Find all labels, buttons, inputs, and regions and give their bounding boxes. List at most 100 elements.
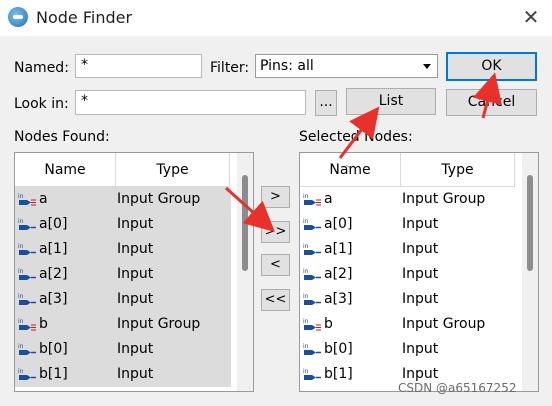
add-all-button[interactable]: >> — [261, 221, 290, 243]
node-type: Input — [117, 216, 154, 232]
scrollbar-thumb[interactable] — [242, 175, 248, 271]
browse-button[interactable]: ... — [315, 90, 337, 116]
input-pin-icon: in — [302, 267, 322, 283]
app-icon — [8, 7, 28, 27]
node-name: b[1] — [324, 366, 353, 382]
input-pin-icon: in — [302, 367, 322, 383]
node-name: a[0] — [324, 216, 353, 232]
input-group-pin-icon: in — [17, 192, 37, 208]
list-item[interactable]: in b Input Group — [300, 312, 522, 337]
svg-text:in: in — [303, 268, 309, 275]
node-type: Input — [402, 266, 439, 282]
node-name: a[2] — [324, 266, 353, 282]
list-item[interactable]: in a[1] Input — [15, 237, 231, 262]
node-name: b — [324, 316, 333, 332]
look-in-label: Look in: — [14, 96, 69, 112]
remove-button[interactable]: < — [261, 254, 290, 276]
input-pin-icon: in — [302, 292, 322, 308]
svg-text:in: in — [18, 318, 24, 325]
column-header-name[interactable]: Name — [15, 153, 116, 187]
node-type: Input Group — [402, 191, 486, 207]
node-name: b — [39, 316, 48, 332]
input-pin-icon: in — [17, 242, 37, 258]
list-item[interactable]: in a[2] Input — [15, 262, 231, 287]
input-pin-icon: in — [17, 292, 37, 308]
selected-nodes-list[interactable]: ﹀ Name Type in a Input Group in a[0] Input in a… — [299, 152, 539, 392]
svg-text:in: in — [18, 343, 24, 350]
nodes-found-label: Nodes Found: — [14, 129, 110, 145]
node-type: Input — [117, 366, 154, 382]
column-header-name[interactable]: ﹀ Name — [300, 153, 401, 187]
named-input[interactable]: * — [75, 54, 202, 78]
list-item[interactable]: in a Input Group — [15, 187, 231, 212]
list-item[interactable]: in b[1] Input — [15, 362, 231, 387]
column-header-type[interactable]: Type — [401, 153, 515, 187]
node-type: Input — [117, 341, 154, 357]
node-type: Input — [402, 241, 439, 257]
list-item[interactable]: in a[3] Input — [15, 287, 231, 312]
list-item[interactable]: in a Input Group — [300, 187, 522, 212]
list-item[interactable]: in a[1] Input — [300, 237, 522, 262]
input-group-pin-icon: in — [17, 317, 37, 333]
ok-button[interactable]: OK — [446, 52, 537, 81]
remove-all-button[interactable]: << — [261, 289, 290, 311]
node-name: a[1] — [324, 241, 353, 257]
node-type: Input — [402, 341, 439, 357]
svg-text:in: in — [303, 193, 309, 200]
nodes-found-list[interactable]: Name Type in a Input Group in a[0] Input in a[1… — [14, 152, 254, 392]
list-item[interactable]: in a[0] Input — [300, 212, 522, 237]
input-pin-icon: in — [17, 342, 37, 358]
list-item[interactable]: in a[3] Input — [300, 287, 522, 312]
sort-indicator-icon: ﹀ — [346, 165, 354, 174]
chevron-down-icon — [423, 64, 431, 69]
node-type: Input — [402, 216, 439, 232]
node-type: Input — [117, 241, 154, 257]
list-item[interactable]: in b[0] Input — [300, 337, 522, 362]
node-type: Input Group — [117, 316, 201, 332]
filter-label: Filter: — [210, 60, 250, 76]
selected-nodes-label: Selected Nodes: — [299, 129, 413, 145]
add-button[interactable]: > — [261, 186, 290, 208]
svg-text:in: in — [303, 368, 309, 375]
look-in-input[interactable]: * — [75, 90, 306, 115]
input-pin-icon: in — [302, 217, 322, 233]
scrollbar-thumb[interactable] — [527, 175, 533, 271]
list-item[interactable]: in b[0] Input — [15, 337, 231, 362]
input-pin-icon: in — [17, 367, 37, 383]
input-group-pin-icon: in — [302, 317, 322, 333]
input-pin-icon: in — [17, 267, 37, 283]
node-name: b[1] — [39, 366, 68, 382]
svg-text:in: in — [303, 218, 309, 225]
cancel-button[interactable]: Cancel — [446, 89, 537, 116]
filter-select[interactable]: Pins: all — [255, 54, 438, 78]
node-name: b[0] — [324, 341, 353, 357]
vertical-scrollbar[interactable] — [237, 153, 253, 391]
input-group-pin-icon: in — [302, 192, 322, 208]
title-bar: Node Finder ✕ — [0, 0, 552, 36]
list-item[interactable]: in a[2] Input — [300, 262, 522, 287]
svg-text:in: in — [18, 368, 24, 375]
list-button[interactable]: List — [346, 88, 436, 115]
svg-text:in: in — [303, 293, 309, 300]
column-header-type[interactable]: Type — [116, 153, 230, 187]
svg-text:in: in — [303, 318, 309, 325]
input-pin-icon: in — [17, 217, 37, 233]
svg-text:in: in — [18, 243, 24, 250]
svg-text:in: in — [18, 268, 24, 275]
named-label: Named: — [14, 60, 69, 76]
close-icon[interactable]: ✕ — [518, 4, 544, 30]
node-type: Input — [117, 291, 154, 307]
node-type: Input — [117, 266, 154, 282]
node-name: a[1] — [39, 241, 68, 257]
node-name: a[0] — [39, 216, 68, 232]
input-pin-icon: in — [302, 342, 322, 358]
svg-text:in: in — [303, 243, 309, 250]
vertical-scrollbar[interactable] — [522, 153, 538, 391]
list-item[interactable]: in b Input Group — [15, 312, 231, 337]
node-type: Input Group — [402, 316, 486, 332]
window-title: Node Finder — [36, 8, 133, 27]
node-name: a — [39, 191, 48, 207]
node-name: a — [324, 191, 333, 207]
node-type: Input Group — [117, 191, 201, 207]
list-item[interactable]: in a[0] Input — [15, 212, 231, 237]
